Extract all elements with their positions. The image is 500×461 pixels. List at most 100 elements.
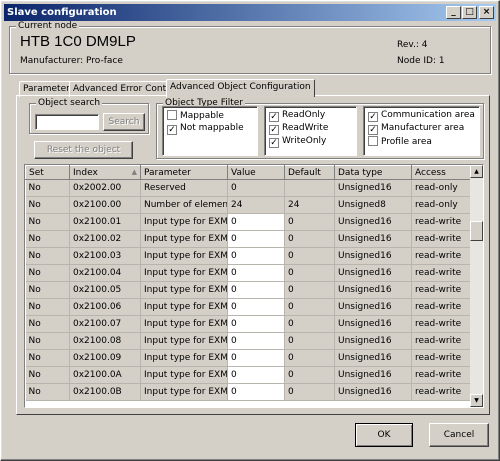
object-table-grid: Set Index ▲ Parameter Value Default Data …: [25, 165, 472, 401]
table-cell-set: No: [25, 230, 70, 248]
table-vertical-scrollbar[interactable]: ▲ ▼: [470, 165, 483, 407]
tab-advanced-object-configuration[interactable]: Advanced Object Configuration: [166, 79, 315, 97]
filter-communication-area[interactable]: ✓ Communication area: [368, 110, 475, 122]
object-search-input[interactable]: [35, 114, 99, 130]
table-cell-default: 0: [284, 349, 335, 367]
checkbox-checked-icon: ✓: [269, 112, 279, 122]
table-cell-set: No: [25, 264, 70, 282]
table-row[interactable]: No0x2100.0BInput type for EXM ...00Unsig…: [25, 383, 472, 401]
table-cell-data-type: Unsigned16: [334, 366, 412, 384]
table-row[interactable]: No0x2100.02Input type for EXM ...00Unsig…: [25, 230, 472, 248]
table-cell-data-type: Unsigned16: [334, 349, 412, 367]
object-search-group: Object search Search: [29, 98, 149, 134]
column-header-index[interactable]: Index ▲: [69, 165, 141, 180]
table-cell-data-type: Unsigned16: [334, 230, 412, 248]
table-cell-index: 0x2100.0B: [69, 383, 141, 401]
manufacturer-text: Manufacturer: Pro-face: [20, 56, 123, 66]
column-header-parameter[interactable]: Parameter: [140, 165, 228, 180]
table-cell-value[interactable]: 0: [227, 366, 285, 384]
table-cell-access: read-write: [411, 281, 472, 299]
table-header-row: Set Index ▲ Parameter Value Default Data …: [25, 165, 472, 180]
filter-not-mappable[interactable]: ✓ Not mappable: [167, 123, 244, 135]
table-cell-access: read-write: [411, 264, 472, 282]
table-cell-default: 0: [284, 332, 335, 350]
reset-object-button[interactable]: Reset the object: [34, 141, 133, 159]
filter-writeonly[interactable]: ✓ WriteOnly: [269, 136, 326, 148]
table-row[interactable]: No0x2100.0AInput type for EXM ...00Unsig…: [25, 366, 472, 384]
object-table-body: No 0x2002.00 Reserved 0 Unsigned16 read-only N…: [25, 179, 472, 401]
table-cell-value[interactable]: 0: [227, 247, 285, 265]
minimize-button[interactable]: _: [446, 6, 461, 19]
checkbox-checked-icon: ✓: [167, 125, 177, 135]
table-cell-data-type: Unsigned16: [334, 332, 412, 350]
table-cell-access: read-write: [411, 298, 472, 316]
filter-readonly[interactable]: ✓ ReadOnly: [269, 110, 325, 122]
table-row[interactable]: No0x2100.03Input type for EXM ...00Unsig…: [25, 247, 472, 265]
table-cell-value[interactable]: 0: [227, 332, 285, 350]
table-cell-access: read-write: [411, 315, 472, 333]
scroll-thumb[interactable]: [470, 221, 483, 241]
table-row[interactable]: No 0x2002.00 Reserved 0 Unsigned16 read-only: [25, 179, 472, 197]
table-cell-value[interactable]: 0: [227, 349, 285, 367]
table-cell-access: read-write: [411, 349, 472, 367]
table-cell-default: 0: [284, 315, 335, 333]
sort-ascending-icon: ▲: [131, 167, 137, 176]
column-header-data-type[interactable]: Data type: [334, 165, 412, 180]
cancel-button[interactable]: Cancel: [429, 423, 489, 447]
column-header-access[interactable]: Access: [411, 165, 472, 180]
scroll-down-icon[interactable]: ▼: [470, 394, 483, 407]
table-cell-data-type: Unsigned16: [334, 383, 412, 401]
table-cell-index: 0x2100.03: [69, 247, 141, 265]
table-cell-value: 0: [227, 179, 285, 197]
table-cell-value[interactable]: 0: [227, 230, 285, 248]
table-cell-value[interactable]: 0: [227, 264, 285, 282]
table-row[interactable]: No 0x2100.00 Number of elements 24 24 Unsigne…: [25, 196, 472, 214]
column-header-set[interactable]: Set: [25, 165, 70, 180]
table-row[interactable]: No0x2100.04Input type for EXM ...00Unsig…: [25, 264, 472, 282]
table-cell-data-type: Unsigned8: [334, 196, 412, 214]
table-cell-access: read-write: [411, 383, 472, 401]
table-cell-default: 0: [284, 383, 335, 401]
table-row[interactable]: No0x2100.08Input type for EXM ...00Unsig…: [25, 332, 472, 350]
table-cell-set: No: [25, 298, 70, 316]
table-cell-parameter: Reserved: [140, 179, 228, 197]
table-cell-default: 0: [284, 247, 335, 265]
table-cell-set: No: [25, 315, 70, 333]
search-button[interactable]: Search: [103, 113, 145, 131]
table-cell-default: [284, 179, 335, 197]
table-cell-set: No: [25, 332, 70, 350]
table-cell-index: 0x2100.08: [69, 332, 141, 350]
table-cell-value[interactable]: 0: [227, 383, 285, 401]
table-row[interactable]: No0x2100.01Input type for EXM ...00Unsig…: [25, 213, 472, 231]
table-cell-data-type: Unsigned16: [334, 264, 412, 282]
maximize-button[interactable]: □: [462, 6, 477, 19]
table-cell-parameter: Input type for EXM ...: [140, 383, 228, 401]
ok-button[interactable]: OK: [355, 423, 413, 447]
table-cell-value[interactable]: 0: [227, 213, 285, 231]
table-cell-value[interactable]: 0: [227, 281, 285, 299]
table-row[interactable]: No0x2100.07Input type for EXM ...00Unsig…: [25, 315, 472, 333]
filter-readwrite[interactable]: ✓ ReadWrite: [269, 123, 328, 135]
area-filter-list: ✓ Communication area ✓ Manufacturer area P…: [363, 106, 480, 156]
table-row[interactable]: No0x2100.05Input type for EXM ...00Unsig…: [25, 281, 472, 299]
table-cell-parameter: Input type for EXM ...: [140, 281, 228, 299]
filter-mappable[interactable]: Mappable: [167, 110, 224, 122]
window-title: Slave configuration: [7, 7, 117, 18]
table-cell-index: 0x2100.00: [69, 196, 141, 214]
column-header-default[interactable]: Default: [284, 165, 335, 180]
table-row[interactable]: No0x2100.06Input type for EXM ...00Unsig…: [25, 298, 472, 316]
table-cell-value[interactable]: 0: [227, 315, 285, 333]
scroll-up-icon[interactable]: ▲: [470, 165, 483, 178]
column-header-value[interactable]: Value: [227, 165, 285, 180]
table-cell-value[interactable]: 0: [227, 298, 285, 316]
title-bar[interactable]: Slave configuration _ □ ×: [4, 4, 496, 21]
table-cell-access: read-write: [411, 332, 472, 350]
table-cell-data-type: Unsigned16: [334, 247, 412, 265]
close-button[interactable]: ×: [479, 6, 494, 19]
filter-profile-area[interactable]: Profile area: [368, 136, 432, 148]
filter-manufacturer-area[interactable]: ✓ Manufacturer area: [368, 123, 464, 135]
table-cell-set: No: [25, 349, 70, 367]
checkbox-checked-icon: ✓: [269, 125, 279, 135]
table-row[interactable]: No0x2100.09Input type for EXM ...00Unsig…: [25, 349, 472, 367]
table-cell-default: 24: [284, 196, 335, 214]
